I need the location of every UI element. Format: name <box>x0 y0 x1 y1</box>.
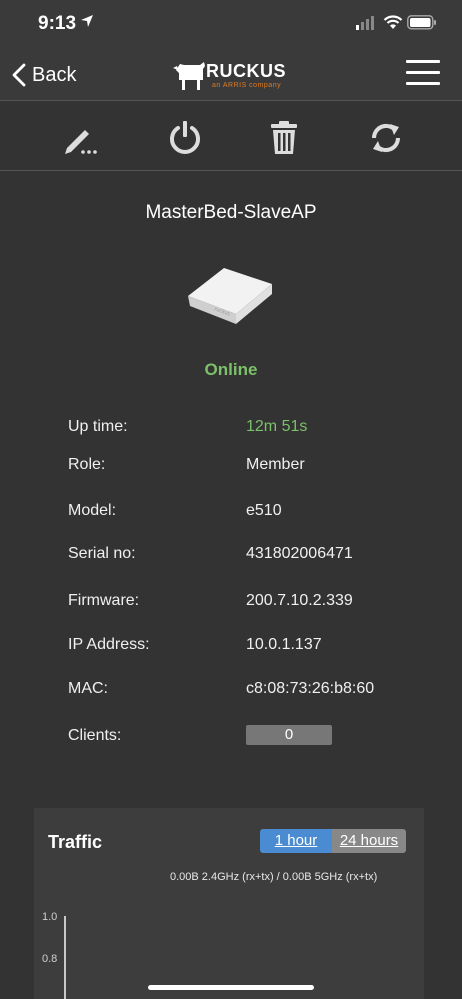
label-clients: Clients: <box>68 727 122 744</box>
back-button[interactable]: Back <box>12 62 76 88</box>
battery-icon <box>407 15 436 30</box>
time-range-toggle: 1 hour 24 hours <box>260 829 406 853</box>
y-axis <box>64 916 66 999</box>
status-time: 9:13 <box>38 13 77 34</box>
value-serial: 431802006471 <box>246 545 353 562</box>
hamburger-menu-icon[interactable] <box>406 60 440 88</box>
delete-icon[interactable] <box>264 118 304 158</box>
clients-count-badge[interactable]: 0 <box>246 725 332 745</box>
y-tick-label: 1.0 <box>42 911 58 923</box>
label-model: Model: <box>68 502 117 519</box>
edit-icon[interactable] <box>59 118 99 158</box>
label-uptime: Up time: <box>68 418 128 435</box>
status-bar: 9:13 <box>0 0 462 48</box>
logo-text: RUCKUS <box>206 61 287 81</box>
traffic-panel: Traffic 1 hour 24 hours 0.00B 2.4GHz (rx… <box>34 808 424 999</box>
range-24-hours-button[interactable]: 24 hours <box>332 829 406 853</box>
label-serial: Serial no: <box>68 545 136 562</box>
value-uptime: 12m 51s <box>246 418 308 435</box>
chevron-left-icon <box>12 63 26 87</box>
home-indicator[interactable] <box>148 985 314 990</box>
value-model: e510 <box>246 502 282 519</box>
value-role: Member <box>246 456 305 473</box>
location-arrow-icon <box>81 15 93 27</box>
refresh-icon[interactable] <box>366 118 406 158</box>
action-toolbar <box>0 100 462 171</box>
range-1-hour-button[interactable]: 1 hour <box>260 829 332 853</box>
back-label: Back <box>32 63 77 86</box>
device-name: MasterBed-SlaveAP <box>145 202 317 223</box>
traffic-title: Traffic <box>48 832 103 852</box>
dog-logo-icon <box>173 62 205 90</box>
label-ip-address: IP Address: <box>68 636 150 653</box>
logo-subtitle: an ARRIS company <box>212 82 282 89</box>
status-label: Online <box>204 360 258 379</box>
value-mac: c8:08:73:26:b8:60 <box>246 680 375 697</box>
wifi-icon <box>383 15 403 29</box>
value-firmware: 200.7.10.2.339 <box>246 592 353 609</box>
nav-bar: Back RUCKUS an ARRIS company <box>0 48 462 101</box>
access-point-image: ruckus <box>188 268 272 324</box>
y-tick-label: 0.8 <box>42 953 58 965</box>
value-ip-address: 10.0.1.137 <box>246 636 322 653</box>
ruckus-logo: RUCKUS an ARRIS company <box>170 52 294 98</box>
cellular-signal-icon <box>356 16 374 30</box>
label-role: Role: <box>68 456 106 473</box>
traffic-legend: 0.00B 2.4GHz (rx+tx) / 0.00B 5GHz (rx+tx… <box>170 871 378 883</box>
label-mac: MAC: <box>68 680 108 697</box>
restart-icon[interactable] <box>165 118 205 158</box>
label-firmware: Firmware: <box>68 592 140 609</box>
